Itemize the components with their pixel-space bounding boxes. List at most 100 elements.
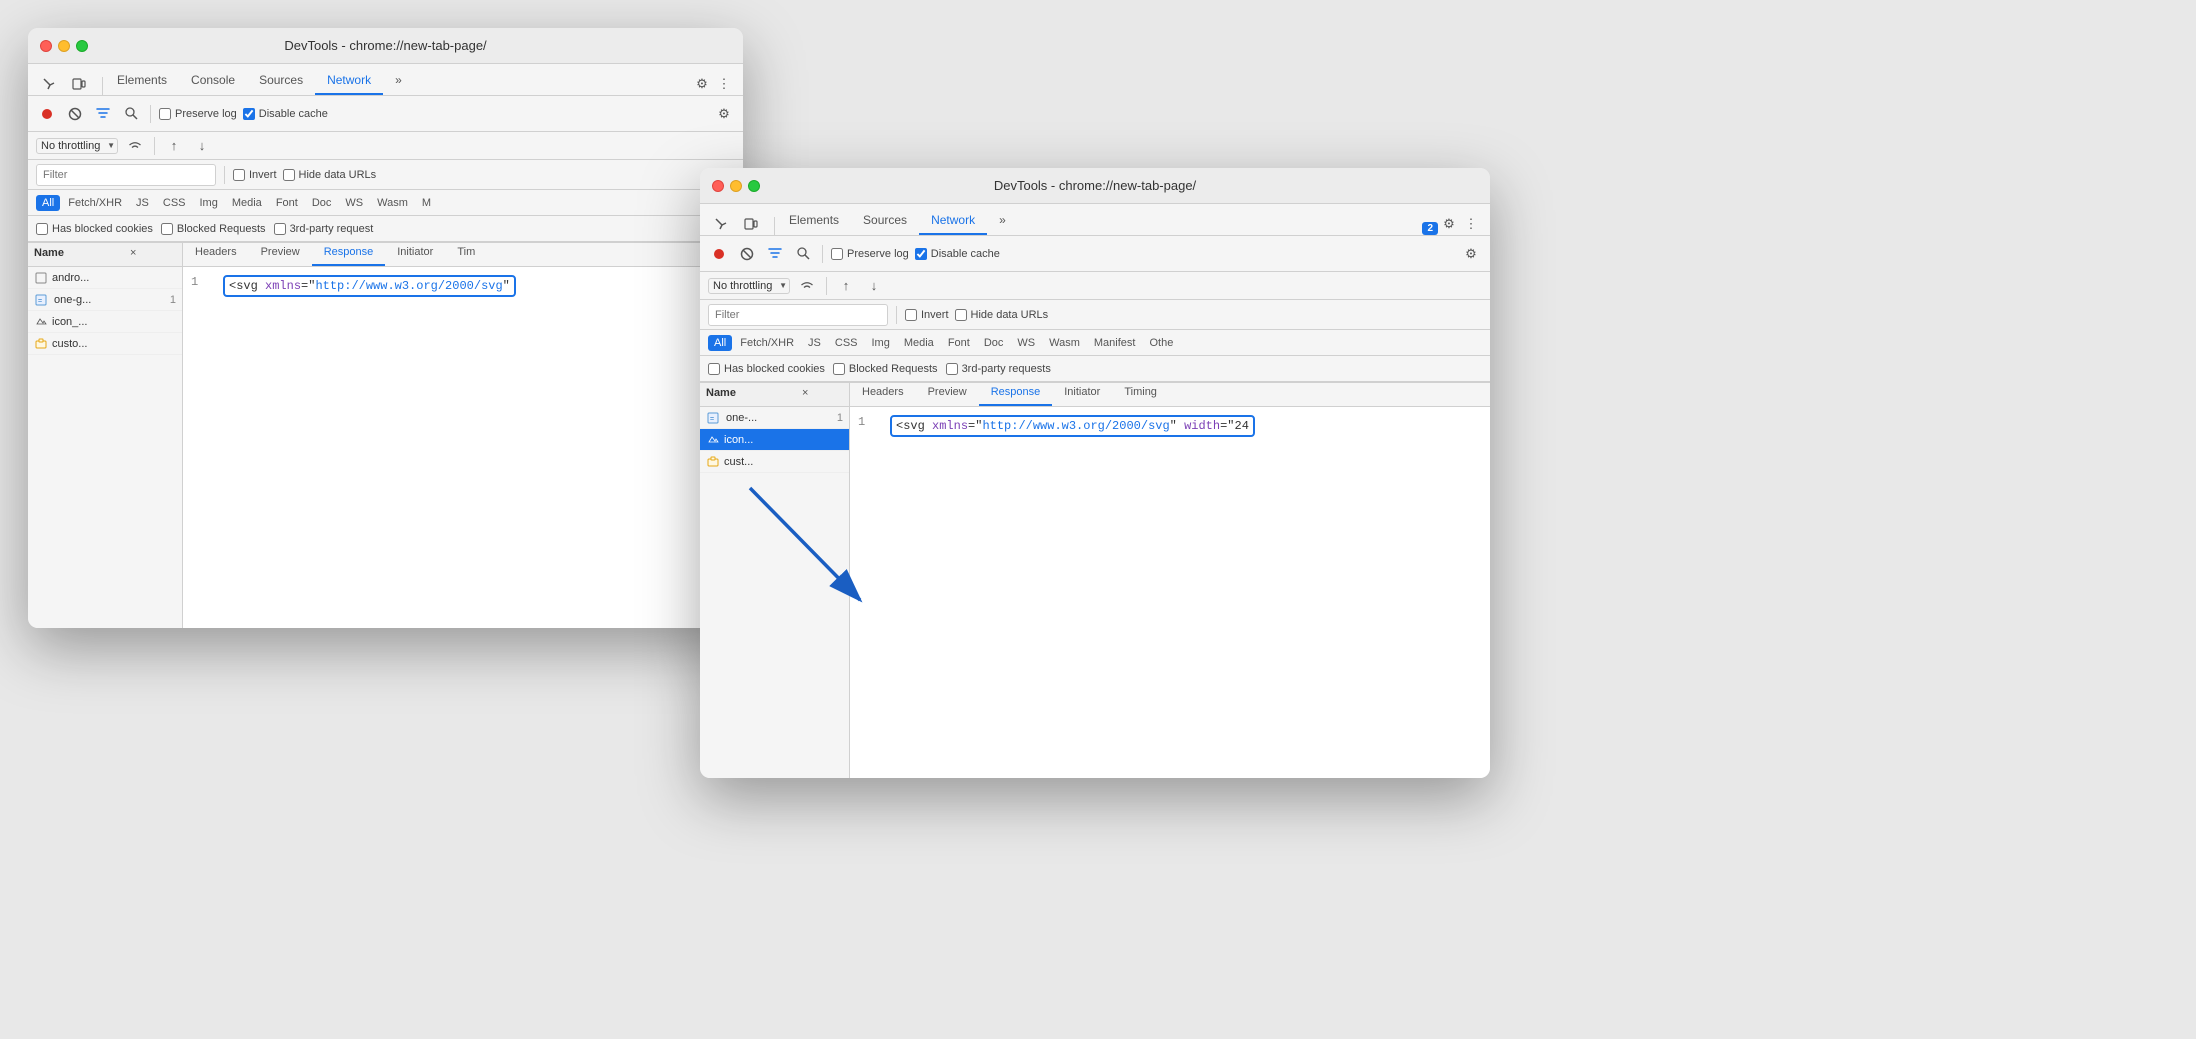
throttle-select-1[interactable]: No throttling (36, 138, 118, 154)
record-button-2[interactable] (708, 243, 730, 265)
type-all-1[interactable]: All (36, 195, 60, 211)
tab-elements-1[interactable]: Elements (105, 67, 179, 95)
type-media-2[interactable]: Media (898, 335, 940, 351)
tab-sources-2[interactable]: Sources (851, 207, 919, 235)
file-row-icon-2[interactable]: icon... (700, 429, 849, 451)
hide-data-urls-label-2[interactable]: Hide data URLs (955, 309, 1049, 321)
tab-more-1[interactable]: » (383, 67, 414, 95)
disable-cache-label-2[interactable]: Disable cache (915, 248, 1000, 260)
blocked-requests-checkbox-1[interactable] (161, 223, 173, 235)
third-party-label-2[interactable]: 3rd-party requests (946, 363, 1051, 375)
invert-label-2[interactable]: Invert (905, 309, 949, 321)
search-icon-2[interactable] (792, 243, 814, 265)
type-font-1[interactable]: Font (270, 195, 304, 211)
type-fetch-2[interactable]: Fetch/XHR (734, 335, 800, 351)
type-all-2[interactable]: All (708, 335, 732, 351)
blocked-cookies-checkbox-2[interactable] (708, 363, 720, 375)
filter-input-1[interactable] (36, 164, 216, 186)
record-button-1[interactable] (36, 103, 58, 125)
clear-button-1[interactable] (64, 103, 86, 125)
blocked-cookies-label-1[interactable]: Has blocked cookies (36, 223, 153, 235)
filter-icon-1[interactable] (92, 103, 114, 125)
maximize-button-2[interactable] (748, 180, 760, 192)
type-wasm-1[interactable]: Wasm (371, 195, 414, 211)
detail-tab-initiator-2[interactable]: Initiator (1052, 383, 1112, 406)
export-icon-1[interactable]: ↓ (191, 135, 213, 157)
type-ws-2[interactable]: WS (1011, 335, 1041, 351)
blocked-requests-label-1[interactable]: Blocked Requests (161, 223, 266, 235)
search-icon-1[interactable] (120, 103, 142, 125)
tab-sources-1[interactable]: Sources (247, 67, 315, 95)
tab-network-1[interactable]: Network (315, 67, 383, 95)
file-row-one-2[interactable]: = one-... 1 (700, 407, 849, 429)
more-icon-1[interactable]: ⋮ (713, 73, 735, 95)
hide-data-urls-label-1[interactable]: Hide data URLs (283, 169, 377, 181)
preserve-log-label-2[interactable]: Preserve log (831, 248, 909, 260)
clear-button-2[interactable] (736, 243, 758, 265)
minimize-button-1[interactable] (58, 40, 70, 52)
filter-input-2[interactable] (708, 304, 888, 326)
detail-tab-timing-2[interactable]: Timing (1112, 383, 1169, 406)
settings-toolbar-icon-2[interactable]: ⚙ (1460, 243, 1482, 265)
type-ws-1[interactable]: WS (339, 195, 369, 211)
file-row-icon-1[interactable]: icon_... (28, 311, 182, 333)
disable-cache-checkbox-1[interactable] (243, 108, 255, 120)
device-icon-2[interactable] (738, 213, 764, 235)
inspect-icon-2[interactable] (708, 213, 734, 235)
third-party-checkbox-1[interactable] (274, 223, 286, 235)
detail-tab-preview-1[interactable]: Preview (249, 243, 312, 266)
type-font-2[interactable]: Font (942, 335, 976, 351)
preserve-log-label-1[interactable]: Preserve log (159, 108, 237, 120)
type-css-1[interactable]: CSS (157, 195, 192, 211)
type-other-2[interactable]: Othe (1143, 335, 1179, 351)
type-fetch-1[interactable]: Fetch/XHR (62, 195, 128, 211)
close-button-2[interactable] (712, 180, 724, 192)
settings-icon-2[interactable]: ⚙ (1438, 213, 1460, 235)
throttle-wrapper-2[interactable]: No throttling ▼ (708, 278, 790, 294)
file-row-andro-1[interactable]: andro... (28, 267, 182, 289)
type-more-1[interactable]: M (416, 195, 437, 211)
file-row-cust-2[interactable]: cust... (700, 451, 849, 473)
disable-cache-checkbox-2[interactable] (915, 248, 927, 260)
blocked-cookies-checkbox-1[interactable] (36, 223, 48, 235)
export-icon-2[interactable]: ↓ (863, 275, 885, 297)
type-js-1[interactable]: JS (130, 195, 155, 211)
file-row-one-g-1[interactable]: = one-g... 1 (28, 289, 182, 311)
detail-tab-headers-2[interactable]: Headers (850, 383, 916, 406)
file-row-custo-1[interactable]: custo... (28, 333, 182, 355)
blocked-cookies-label-2[interactable]: Has blocked cookies (708, 363, 825, 375)
wifi-icon-2[interactable] (796, 275, 818, 297)
preserve-log-checkbox-2[interactable] (831, 248, 843, 260)
tab-elements-2[interactable]: Elements (777, 207, 851, 235)
type-doc-1[interactable]: Doc (306, 195, 338, 211)
invert-checkbox-1[interactable] (233, 169, 245, 181)
type-img-2[interactable]: Img (866, 335, 896, 351)
hide-data-urls-checkbox-2[interactable] (955, 309, 967, 321)
type-css-2[interactable]: CSS (829, 335, 864, 351)
detail-tab-headers-1[interactable]: Headers (183, 243, 249, 266)
minimize-button-2[interactable] (730, 180, 742, 192)
detail-tab-response-2[interactable]: Response (979, 383, 1053, 406)
import-icon-2[interactable]: ↑ (835, 275, 857, 297)
preserve-log-checkbox-1[interactable] (159, 108, 171, 120)
type-doc-2[interactable]: Doc (978, 335, 1010, 351)
import-icon-1[interactable]: ↑ (163, 135, 185, 157)
blocked-requests-checkbox-2[interactable] (833, 363, 845, 375)
detail-tab-response-1[interactable]: Response (312, 243, 386, 266)
type-manifest-2[interactable]: Manifest (1088, 335, 1142, 351)
wifi-icon-1[interactable] (124, 135, 146, 157)
detail-tab-preview-2[interactable]: Preview (916, 383, 979, 406)
throttle-wrapper-1[interactable]: No throttling ▼ (36, 138, 118, 154)
filter-icon-2[interactable] (764, 243, 786, 265)
settings-icon-1[interactable]: ⚙ (691, 73, 713, 95)
tab-network-2[interactable]: Network (919, 207, 987, 235)
third-party-label-1[interactable]: 3rd-party request (274, 223, 374, 235)
type-js-2[interactable]: JS (802, 335, 827, 351)
type-img-1[interactable]: Img (194, 195, 224, 211)
throttle-select-2[interactable]: No throttling (708, 278, 790, 294)
disable-cache-label-1[interactable]: Disable cache (243, 108, 328, 120)
third-party-checkbox-2[interactable] (946, 363, 958, 375)
tab-console-1[interactable]: Console (179, 67, 247, 95)
invert-label-1[interactable]: Invert (233, 169, 277, 181)
blocked-requests-label-2[interactable]: Blocked Requests (833, 363, 938, 375)
